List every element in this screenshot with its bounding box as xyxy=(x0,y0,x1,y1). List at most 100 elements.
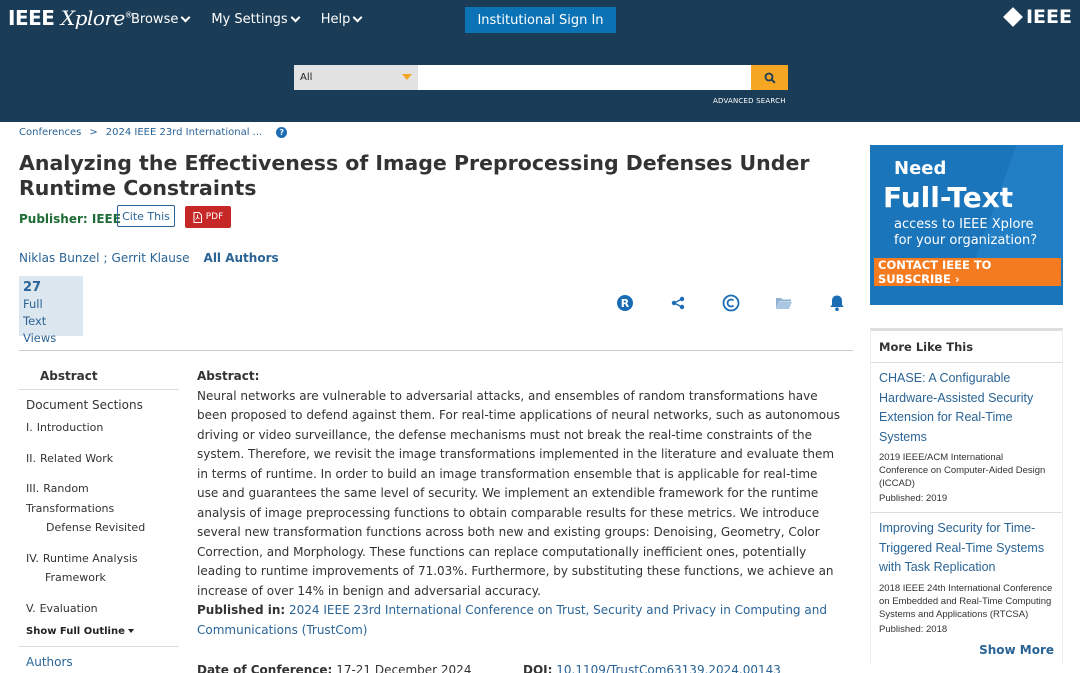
document-sidebar: Abstract Document Sections I. Introductio… xyxy=(19,363,179,669)
full-text-views-metric[interactable]: 27 Full Text Views xyxy=(19,276,83,345)
rights-permissions-button[interactable]: R xyxy=(614,292,636,314)
show-full-outline-button[interactable]: Show Full Outline xyxy=(19,626,179,637)
ieee-diamond-icon xyxy=(1003,7,1023,27)
section-list: I. Introduction II. Related Work III. Rando… xyxy=(19,412,179,618)
related-article-conference: 2018 IEEE 24th International Conference … xyxy=(879,582,1053,620)
abstract-label: Abstract: xyxy=(197,369,260,383)
caret-down-icon xyxy=(128,629,135,633)
document-sections-heading: Document Sections xyxy=(26,398,143,412)
chevron-down-icon xyxy=(290,12,301,23)
nav-my-settings-label: My Settings xyxy=(211,12,288,27)
all-authors-link[interactable]: All Authors xyxy=(204,251,279,265)
breadcrumb-separator: > xyxy=(89,127,98,138)
ieee-xplore-logo[interactable]: IEEE Xplore® xyxy=(8,6,133,30)
content-divider xyxy=(19,350,853,351)
search-input[interactable] xyxy=(418,65,751,90)
search-icon xyxy=(764,72,776,84)
author-link[interactable]: Gerrit Klause xyxy=(112,251,190,265)
related-article-title[interactable]: Improving Security for Time-Triggered Re… xyxy=(879,519,1054,578)
related-article-published: Published: 2019 xyxy=(879,493,948,504)
ieee-brand-logo[interactable]: IEEE xyxy=(1003,6,1072,28)
views-label-line1: Full xyxy=(23,297,43,311)
ad-need-text: Need xyxy=(894,158,947,179)
share-button[interactable] xyxy=(667,292,689,314)
nav-browse[interactable]: Browse xyxy=(131,12,191,27)
bell-icon xyxy=(830,295,844,311)
main-nav: Browse My Settings Help xyxy=(131,12,363,27)
sidebar-authors-link[interactable]: Authors xyxy=(19,646,179,669)
nav-help[interactable]: Help xyxy=(321,12,363,27)
abstract-text: Neural networks are vulnerable to advers… xyxy=(197,388,840,598)
pdf-file-icon xyxy=(193,211,202,223)
related-article-conference: 2019 IEEE/ACM International Conference o… xyxy=(879,452,1046,489)
sidebar-item-random-transformations[interactable]: III. Random Transformations Defense Revis… xyxy=(19,479,179,538)
published-in: Published in: 2024 IEEE 23rd Internation… xyxy=(197,600,842,640)
breadcrumb: Conferences > 2024 IEEE 23rd Internation… xyxy=(19,127,288,138)
sidebar-item-introduction[interactable]: I. Introduction xyxy=(19,418,179,438)
advanced-search-link[interactable]: ADVANCED SEARCH xyxy=(713,97,786,105)
copyright-icon xyxy=(722,294,740,312)
section-number: IV. xyxy=(26,551,39,565)
doi-link[interactable]: 10.1109/TrustCom63139.2024.00143 xyxy=(556,663,781,673)
related-article: CHASE: A Configurable Hardware-Assisted … xyxy=(871,363,1062,513)
sidebar-abstract-link[interactable]: Abstract xyxy=(19,363,179,390)
sidebar-item-related-work[interactable]: II. Related Work xyxy=(19,449,179,469)
cite-this-button[interactable]: Cite This xyxy=(117,205,175,227)
contact-ieee-subscribe-button[interactable]: CONTACT IEEE TO SUBSCRIBE › xyxy=(874,258,1061,286)
related-article-title[interactable]: CHASE: A Configurable Hardware-Assisted … xyxy=(879,369,1054,447)
section-label: Introduction xyxy=(36,421,104,434)
show-outline-label: Show Full Outline xyxy=(26,626,125,637)
sidebar-item-evaluation[interactable]: V. Evaluation xyxy=(19,599,179,619)
published-in-link[interactable]: 2024 IEEE 23rd International Conference … xyxy=(197,603,827,637)
related-article: Improving Security for Time-Triggered Re… xyxy=(871,513,1062,643)
alerts-button[interactable] xyxy=(826,292,848,314)
section-label-cont: Framework xyxy=(45,571,106,584)
ad-full-text: Full-Text xyxy=(883,181,1014,214)
search-bar: All xyxy=(294,65,788,90)
ad-access-line2: for your organization? xyxy=(894,233,1038,248)
registered-r-icon: R xyxy=(617,295,633,311)
section-label: Random Transformations xyxy=(26,482,115,515)
logo-text: IEEE xyxy=(8,6,55,30)
views-label-line2: Text Views xyxy=(23,314,57,345)
sidebar-item-runtime-analysis[interactable]: IV. Runtime Analysis Framework xyxy=(19,549,179,588)
search-scope-select[interactable]: All xyxy=(294,65,418,90)
more-like-this-panel: More Like This CHASE: A Configurable Har… xyxy=(870,328,1063,665)
publisher-info: Publisher: IEEE xyxy=(19,212,121,226)
svg-text:R: R xyxy=(621,297,630,310)
author-link[interactable]: Niklas Bunzel xyxy=(19,251,99,265)
publisher-label: Publisher: xyxy=(19,212,88,226)
chevron-down-icon xyxy=(352,12,363,23)
doi-info: DOI: 10.1109/TrustCom63139.2024.00143 xyxy=(523,663,781,673)
date-label: Date of Conference: xyxy=(197,663,333,673)
section-number: II. xyxy=(26,451,36,465)
show-more-button[interactable]: Show More xyxy=(979,643,1054,657)
subscription-ad[interactable]: Need Full-Text access to IEEE Xplore for… xyxy=(870,145,1063,305)
breadcrumb-conferences[interactable]: Conferences xyxy=(19,127,81,138)
more-like-this-heading: More Like This xyxy=(871,331,1062,363)
help-icon[interactable]: ? xyxy=(276,127,288,138)
ad-access-line1: access to IEEE Xplore xyxy=(894,217,1034,232)
logo-xplore-text: Xplore xyxy=(60,6,125,30)
copyright-button[interactable] xyxy=(720,292,742,314)
doi-label: DOI: xyxy=(523,663,553,673)
search-button[interactable] xyxy=(751,65,788,90)
caret-down-icon xyxy=(402,74,412,80)
nav-my-settings[interactable]: My Settings xyxy=(211,12,301,27)
author-list: Niklas Bunzel ; Gerrit Klause All Author… xyxy=(19,251,279,265)
related-article-published: Published: 2018 xyxy=(879,623,948,635)
institutional-sign-in-button[interactable]: Institutional Sign In xyxy=(465,7,616,33)
pdf-button[interactable]: PDF xyxy=(185,206,231,228)
folder-icon xyxy=(776,298,792,309)
section-label: Runtime Analysis xyxy=(42,551,138,565)
section-number: V. xyxy=(26,601,36,615)
abstract-section: Abstract: Neural networks are vulnerable… xyxy=(197,367,842,601)
breadcrumb-conference[interactable]: 2024 IEEE 23rd International ... xyxy=(106,127,262,138)
section-label: Evaluation xyxy=(39,601,98,615)
nav-browse-label: Browse xyxy=(131,12,179,27)
ad-access-text: access to IEEE Xplore for your organizat… xyxy=(894,217,1037,249)
section-number: III. xyxy=(26,482,40,495)
section-label: Related Work xyxy=(40,451,114,465)
search-scope-value: All xyxy=(300,72,313,83)
save-to-project-button[interactable] xyxy=(773,292,795,314)
